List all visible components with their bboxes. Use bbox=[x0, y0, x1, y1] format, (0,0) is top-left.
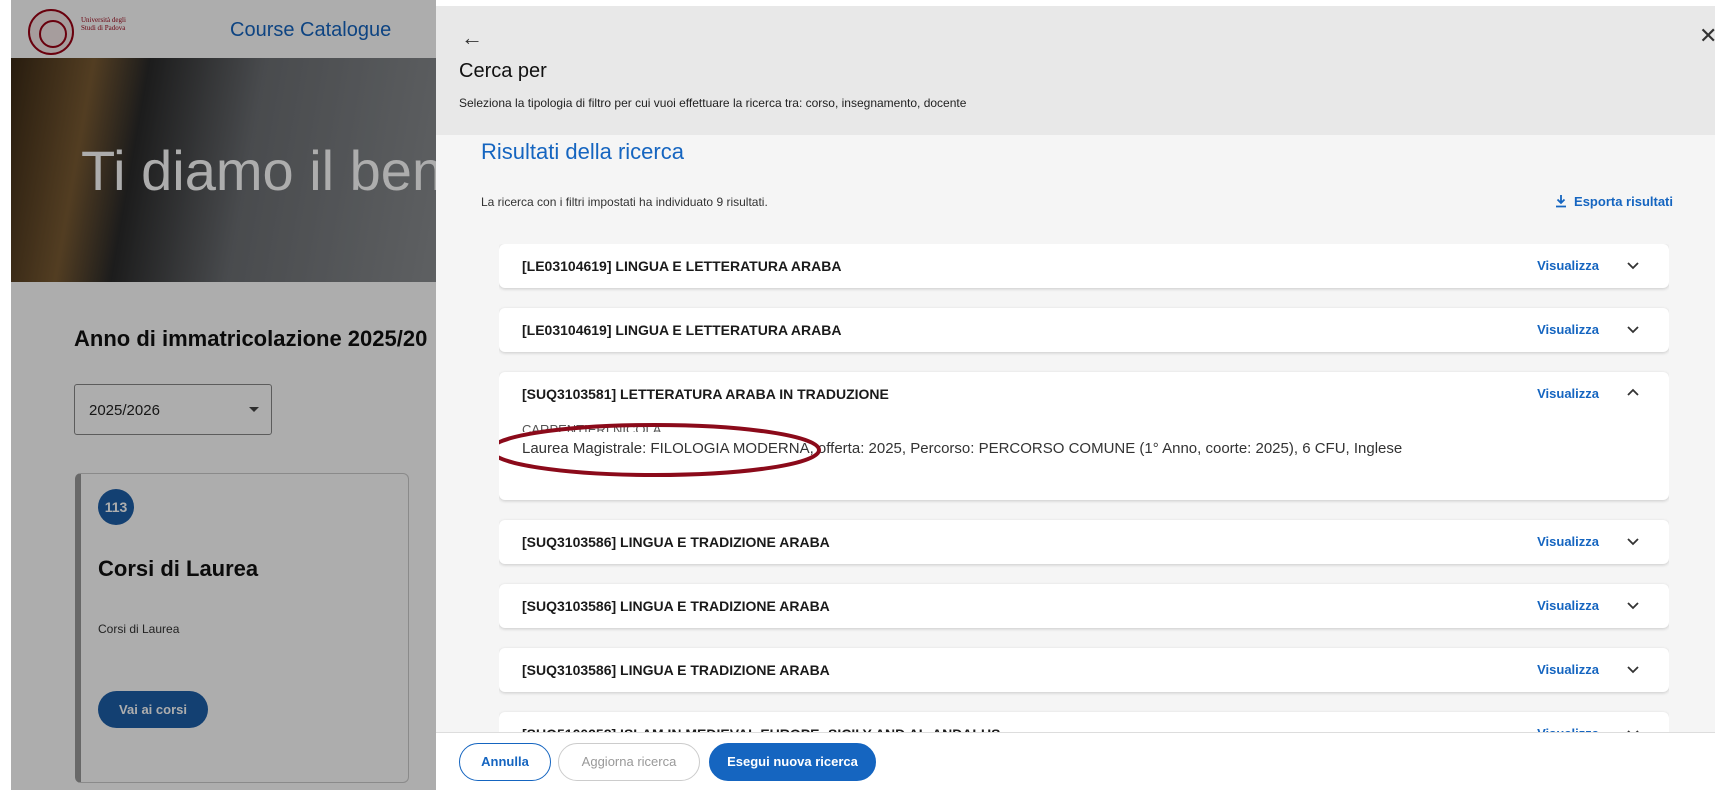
result-item: [SUQ3103581] LETTERATURA ARABA IN TRADUZ… bbox=[499, 372, 1669, 500]
export-results-label: Esporta risultati bbox=[1574, 194, 1673, 209]
result-title: [SUQ3103586] LINGUA E TRADIZIONE ARABA bbox=[522, 534, 830, 550]
panel-title: Cerca per bbox=[459, 60, 547, 82]
background-page: Università degli Studi di Padova Course … bbox=[11, 0, 436, 790]
chevron-down-icon[interactable] bbox=[1625, 257, 1641, 273]
visualizza-link[interactable]: Visualizza bbox=[1537, 534, 1599, 549]
download-icon bbox=[1556, 195, 1567, 208]
result-item-header[interactable]: [SUQ3103581] LETTERATURA ARABA IN TRADUZ… bbox=[499, 372, 1669, 416]
result-item: [SUQ3103586] LINGUA E TRADIZIONE ARABA Vi… bbox=[499, 648, 1669, 692]
chevron-down-icon[interactable] bbox=[1625, 533, 1641, 549]
chevron-down-icon[interactable] bbox=[1625, 321, 1641, 337]
close-icon[interactable]: ✕ bbox=[1699, 24, 1715, 48]
search-panel: ← ✕ Cerca per Seleziona la tipologia di … bbox=[436, 6, 1715, 790]
panel-footer: Annulla Aggiorna ricerca Esegui nuova ri… bbox=[436, 732, 1715, 790]
visualizza-link[interactable]: Visualizza bbox=[1537, 322, 1599, 337]
result-item-body: CARPENTIERI NICOLA Laurea Magistrale: FIL… bbox=[499, 416, 1669, 500]
result-item: [SUQ3103586] LINGUA E TRADIZIONE ARABA Vi… bbox=[499, 520, 1669, 564]
result-title: [LE03104619] LINGUA E LETTERATURA ARABA bbox=[522, 322, 842, 338]
results-count: La ricerca con i filtri impostati ha ind… bbox=[481, 195, 768, 209]
result-item-header[interactable]: [SUQ3103586] LINGUA E TRADIZIONE ARABA Vi… bbox=[499, 584, 1669, 628]
panel-subtitle: Seleziona la tipologia di filtro per cui… bbox=[459, 96, 967, 110]
visualizza-link[interactable]: Visualizza bbox=[1537, 662, 1599, 677]
results-title: Risultati della ricerca bbox=[481, 139, 684, 164]
result-item: [SUQ5100258] ISLAM IN MEDIEVAL EUROPE: S… bbox=[499, 712, 1669, 732]
result-item-header[interactable]: [SUQ3103586] LINGUA E TRADIZIONE ARABA Vi… bbox=[499, 648, 1669, 692]
export-results-link[interactable]: Esporta risultati bbox=[1554, 194, 1673, 209]
modal-backdrop[interactable] bbox=[11, 0, 436, 790]
result-item-header[interactable]: [LE03104619] LINGUA E LETTERATURA ARABA V… bbox=[499, 244, 1669, 288]
result-title: [SUQ3103581] LETTERATURA ARABA IN TRADUZ… bbox=[522, 386, 889, 402]
chevron-down-icon[interactable] bbox=[1625, 597, 1641, 613]
chevron-down-icon[interactable] bbox=[1625, 661, 1641, 677]
result-title: [SUQ3103586] LINGUA E TRADIZIONE ARABA bbox=[522, 598, 830, 614]
result-item-header[interactable]: [LE03104619] LINGUA E LETTERATURA ARABA V… bbox=[499, 308, 1669, 352]
chevron-down-icon[interactable] bbox=[1625, 725, 1641, 732]
panel-header: ← ✕ Cerca per Seleziona la tipologia di … bbox=[436, 6, 1715, 135]
new-search-button[interactable]: Esegui nuova ricerca bbox=[709, 743, 876, 781]
result-title: [LE03104619] LINGUA E LETTERATURA ARABA bbox=[522, 258, 842, 274]
result-item: [LE03104619] LINGUA E LETTERATURA ARABA V… bbox=[499, 244, 1669, 288]
result-title: [SUQ3103586] LINGUA E TRADIZIONE ARABA bbox=[522, 662, 830, 678]
result-item: [LE03104619] LINGUA E LETTERATURA ARABA V… bbox=[499, 308, 1669, 352]
result-item-header[interactable]: [SUQ3103586] LINGUA E TRADIZIONE ARABA Vi… bbox=[499, 520, 1669, 564]
visualizza-link[interactable]: Visualizza bbox=[1537, 386, 1599, 401]
result-item-header[interactable]: [SUQ5100258] ISLAM IN MEDIEVAL EUROPE: S… bbox=[499, 712, 1669, 732]
back-arrow-icon[interactable]: ← bbox=[460, 26, 484, 50]
highlight-annotation bbox=[499, 423, 821, 477]
cancel-button[interactable]: Annulla bbox=[459, 743, 551, 781]
chevron-up-icon[interactable] bbox=[1625, 385, 1641, 401]
visualizza-link[interactable]: Visualizza bbox=[1537, 598, 1599, 613]
results-list: [LE03104619] LINGUA E LETTERATURA ARABA V… bbox=[499, 244, 1669, 732]
update-search-button[interactable]: Aggiorna ricerca bbox=[558, 743, 700, 781]
result-item: [SUQ3103586] LINGUA E TRADIZIONE ARABA Vi… bbox=[499, 584, 1669, 628]
visualizza-link[interactable]: Visualizza bbox=[1537, 258, 1599, 273]
